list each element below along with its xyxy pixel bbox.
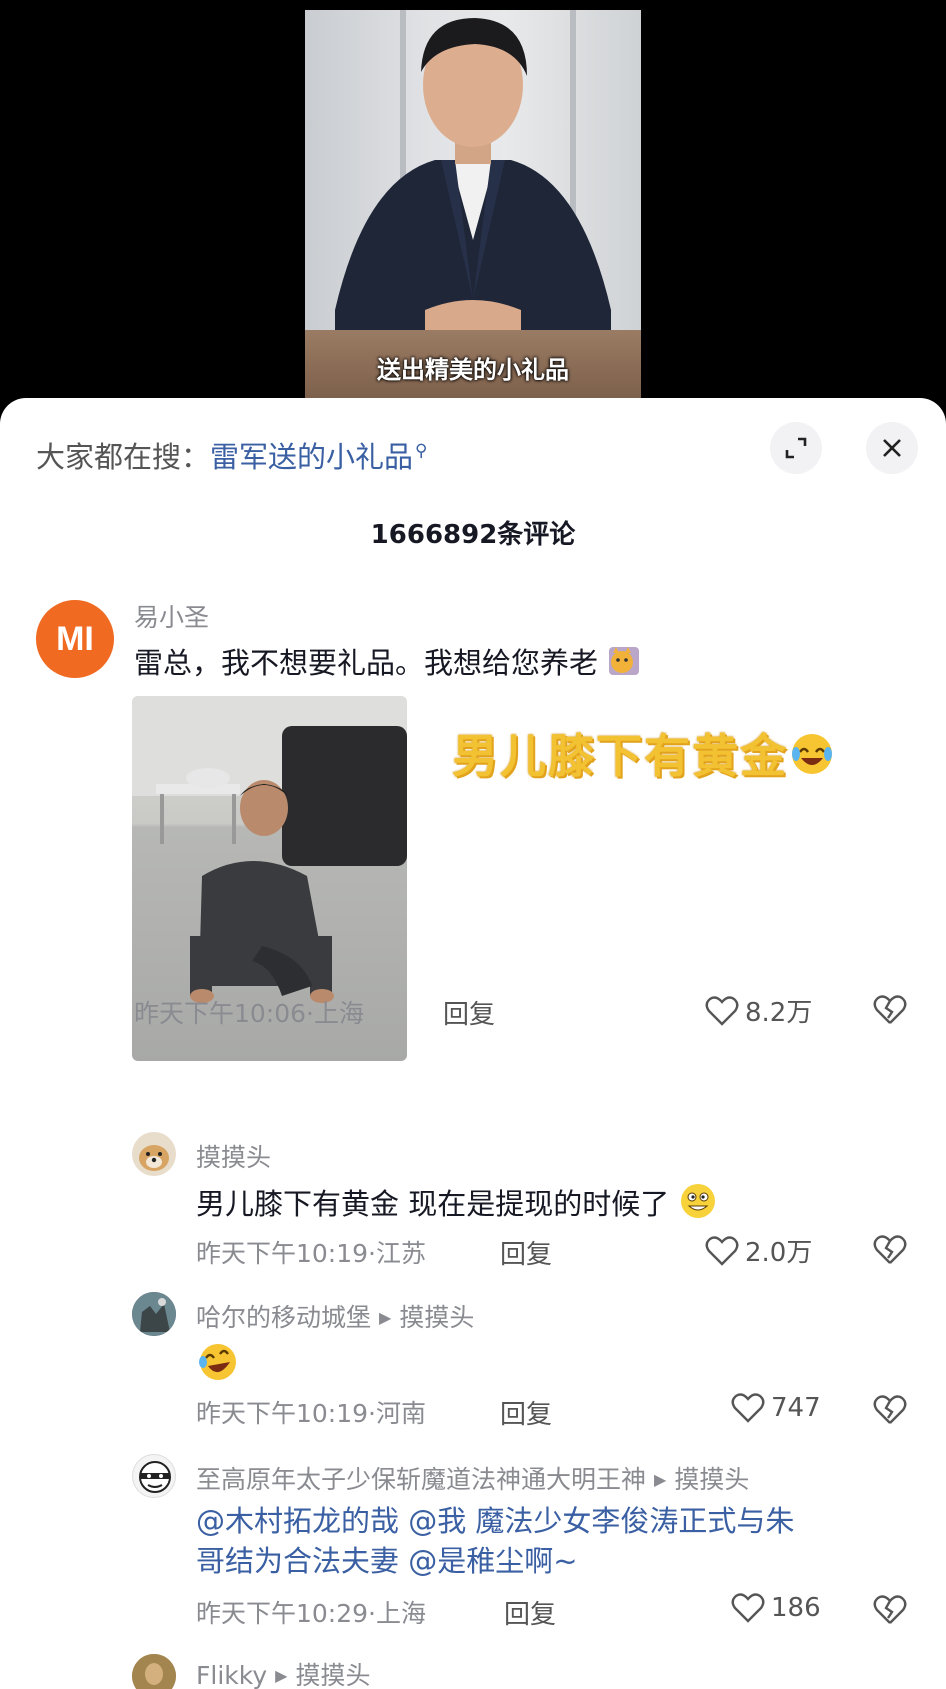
like-count: 747 [771, 1393, 821, 1423]
dislike-button[interactable] [872, 1594, 908, 1630]
cat-emoji-icon [607, 643, 641, 687]
grinning-emoji-icon [678, 1181, 718, 1231]
rolling-laughing-emoji-icon [196, 1340, 240, 1394]
avatar[interactable] [132, 1454, 176, 1498]
dislike-button[interactable] [872, 1394, 908, 1430]
comment-username[interactable]: 摸摸头 [196, 1138, 271, 1174]
reply-button[interactable]: 回复 [504, 1594, 556, 1631]
video-frame: 送出精美的小礼品 [305, 10, 641, 400]
castle-avatar-icon [132, 1292, 176, 1336]
comment-count: 1666892条评论 [370, 520, 576, 550]
comment-text[interactable]: @木村拓龙的哉 @我 魔法少女李俊涛正式与朱 [196, 1501, 794, 1541]
comment-text: 雷总，我不想要礼品。我想给您养老 [134, 643, 641, 687]
reply-button[interactable]: 回复 [500, 1394, 552, 1431]
reply-to-username: 摸摸头 [399, 1303, 475, 1332]
avatar[interactable] [132, 1132, 176, 1176]
comment-timestamp: 昨天下午10:06·上海 [134, 999, 364, 1028]
dog-avatar-icon [139, 1145, 169, 1171]
like-count: 2.0万 [745, 1238, 813, 1268]
expand-button[interactable] [770, 422, 822, 474]
reply-to-username: 摸摸头 [295, 1661, 371, 1689]
close-icon [883, 439, 901, 457]
comment-image-sticker: 男儿膝下有黄金 [452, 720, 836, 789]
comment-text [196, 1340, 240, 1394]
trending-search-bar[interactable]: 大家都在搜：雷军送的小礼品 ⚲ [36, 434, 427, 476]
comment-text: 男儿膝下有黄金 现在是提现的时候了 [196, 1181, 718, 1231]
avatar[interactable]: MI [36, 600, 114, 678]
portrait-avatar-icon [132, 1654, 176, 1689]
comment-username[interactable]: 易小圣 [134, 598, 209, 634]
like-button[interactable]: 8.2万 [705, 992, 812, 1029]
like-button[interactable]: 747 [731, 1392, 821, 1424]
expand-icon [785, 437, 807, 459]
like-button[interactable]: 2.0万 [705, 1232, 812, 1269]
reply-arrow-icon: ▶ [379, 1308, 392, 1327]
comment-timestamp: 昨天下午10:29·上海 [196, 1599, 426, 1628]
search-icon: ⚲ [415, 441, 428, 462]
avatar[interactable] [132, 1292, 176, 1336]
like-count: 8.2万 [745, 998, 813, 1028]
masked-face-avatar-icon [139, 1461, 171, 1493]
comment-username[interactable]: Flikky ▶ 摸摸头 [196, 1656, 370, 1689]
comment-username[interactable]: 哈尔的移动城堡 ▶ 摸摸头 [196, 1298, 474, 1334]
heart-icon [705, 995, 739, 1026]
search-prefix: 大家都在搜： [36, 440, 211, 474]
heart-icon [731, 1593, 765, 1623]
reply-arrow-icon: ▶ [275, 1666, 288, 1685]
broken-heart-icon [873, 1395, 907, 1424]
video-caption: 送出精美的小礼品 [377, 356, 569, 384]
video-player[interactable]: 送出精美的小礼品 [0, 0, 946, 410]
logo-text: MI [56, 620, 94, 658]
broken-heart-icon [873, 1595, 907, 1624]
comment-text-continued[interactable]: 哥结为合法夫妻 @是稚尘啊~ [196, 1541, 578, 1581]
heart-icon [731, 1393, 765, 1423]
comment-timestamp: 昨天下午10:19·河南 [196, 1399, 426, 1428]
broken-heart-icon [873, 995, 907, 1024]
reply-arrow-icon: ▶ [654, 1470, 667, 1489]
close-button[interactable] [866, 422, 918, 474]
like-button[interactable]: 186 [731, 1592, 821, 1624]
dislike-button[interactable] [872, 994, 908, 1030]
broken-heart-icon [873, 1235, 907, 1264]
mi-logo-icon: MI [56, 620, 94, 658]
reply-button[interactable]: 回复 [500, 1234, 552, 1271]
reply-button[interactable]: 回复 [443, 994, 495, 1031]
comments-panel: 大家都在搜：雷军送的小礼品 ⚲ 1666892条评论 MI 易小圣 雷总，我不想要… [0, 398, 946, 1689]
like-count: 186 [771, 1593, 821, 1623]
avatar[interactable] [132, 1654, 176, 1689]
reply-to-username: 摸摸头 [674, 1465, 750, 1494]
dislike-button[interactable] [872, 1234, 908, 1270]
comment-timestamp: 昨天下午10:19·江苏 [196, 1239, 426, 1268]
comment-username[interactable]: 至高原年太子少保斩魔道法神通大明王神 ▶ 摸摸头 [196, 1460, 749, 1496]
laughing-emoji-icon [788, 730, 836, 789]
search-term-link[interactable]: 雷军送的小礼品 [210, 440, 413, 474]
heart-icon [705, 1235, 739, 1266]
